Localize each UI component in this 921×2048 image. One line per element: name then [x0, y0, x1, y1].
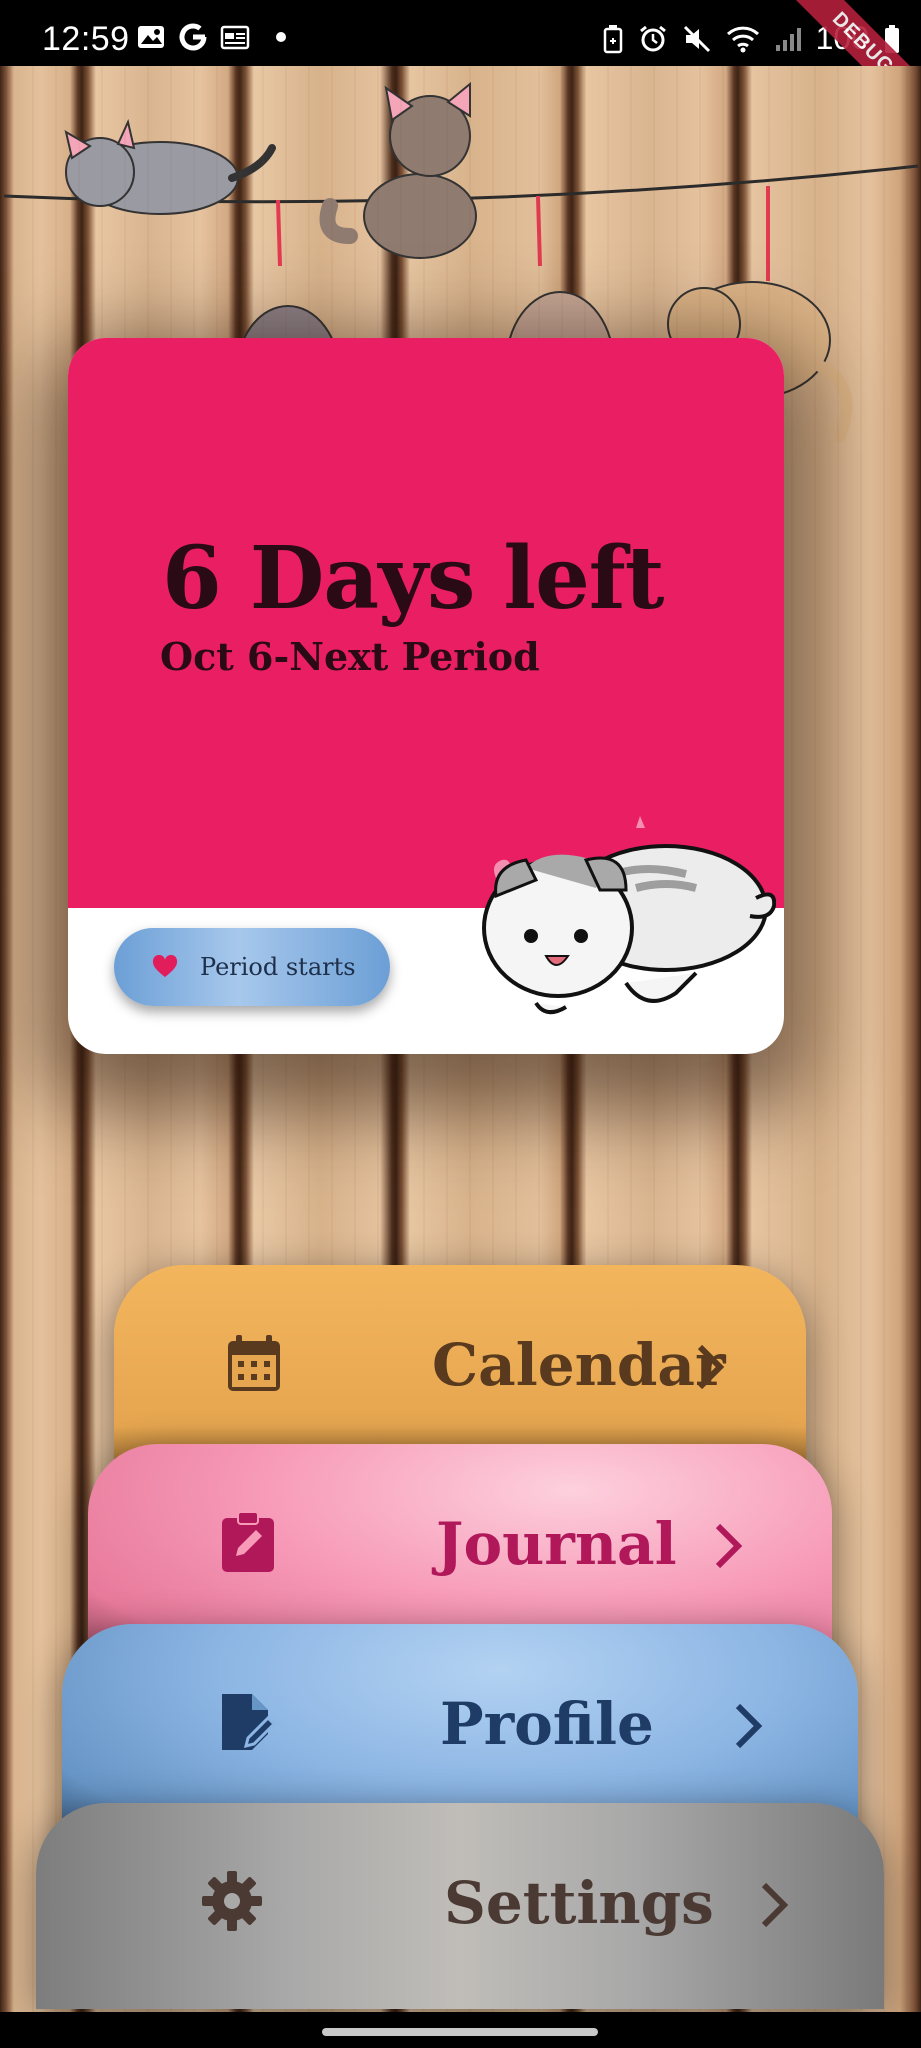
google-icon [179, 23, 207, 51]
chevron-right-icon [735, 1703, 763, 1749]
profile-label: Profile [440, 1690, 654, 1758]
signal-icon [775, 27, 801, 51]
calendar-icon [228, 1335, 280, 1391]
status-time: 12:59 [42, 20, 130, 58]
countdown-card: 6 Days left Oct 6-Next Period Period sta… [68, 338, 784, 1054]
chevron-right-icon [697, 1344, 725, 1390]
days-left-text: 6 Days left [162, 528, 665, 629]
mute-icon [683, 25, 710, 52]
climbing-cat [319, 81, 477, 259]
home-gesture-handle[interactable] [322, 2028, 598, 2036]
calendar-label: Calendar [432, 1331, 726, 1399]
settings-menu-button[interactable]: Settings [36, 1803, 884, 2009]
journal-label: Journal [436, 1510, 677, 1578]
gear-icon [202, 1871, 262, 1931]
edit-document-icon [222, 1694, 277, 1750]
lying-cat-illustration [482, 816, 776, 1015]
heart-icon [152, 955, 178, 977]
sleeping-cat-left [64, 118, 276, 215]
system-nav-bar [0, 2012, 921, 2048]
chevron-right-icon [761, 1882, 789, 1928]
dot-icon [276, 32, 286, 42]
next-period-text: Oct 6-Next Period [160, 634, 540, 679]
period-starts-label: Period starts [200, 953, 356, 981]
settings-label: Settings [444, 1869, 714, 1937]
edit-clipboard-icon [222, 1511, 274, 1572]
status-bar: 12:59 100 DEBUG [0, 0, 921, 126]
status-left-icons [136, 22, 288, 52]
chevron-right-icon [715, 1523, 743, 1569]
wifi-icon [726, 26, 759, 52]
period-starts-button[interactable]: Period starts [114, 928, 390, 1006]
image-icon [138, 26, 164, 48]
calendar-news-icon [220, 25, 250, 50]
alarm-icon [639, 25, 666, 51]
battery-saver-icon [603, 24, 622, 53]
